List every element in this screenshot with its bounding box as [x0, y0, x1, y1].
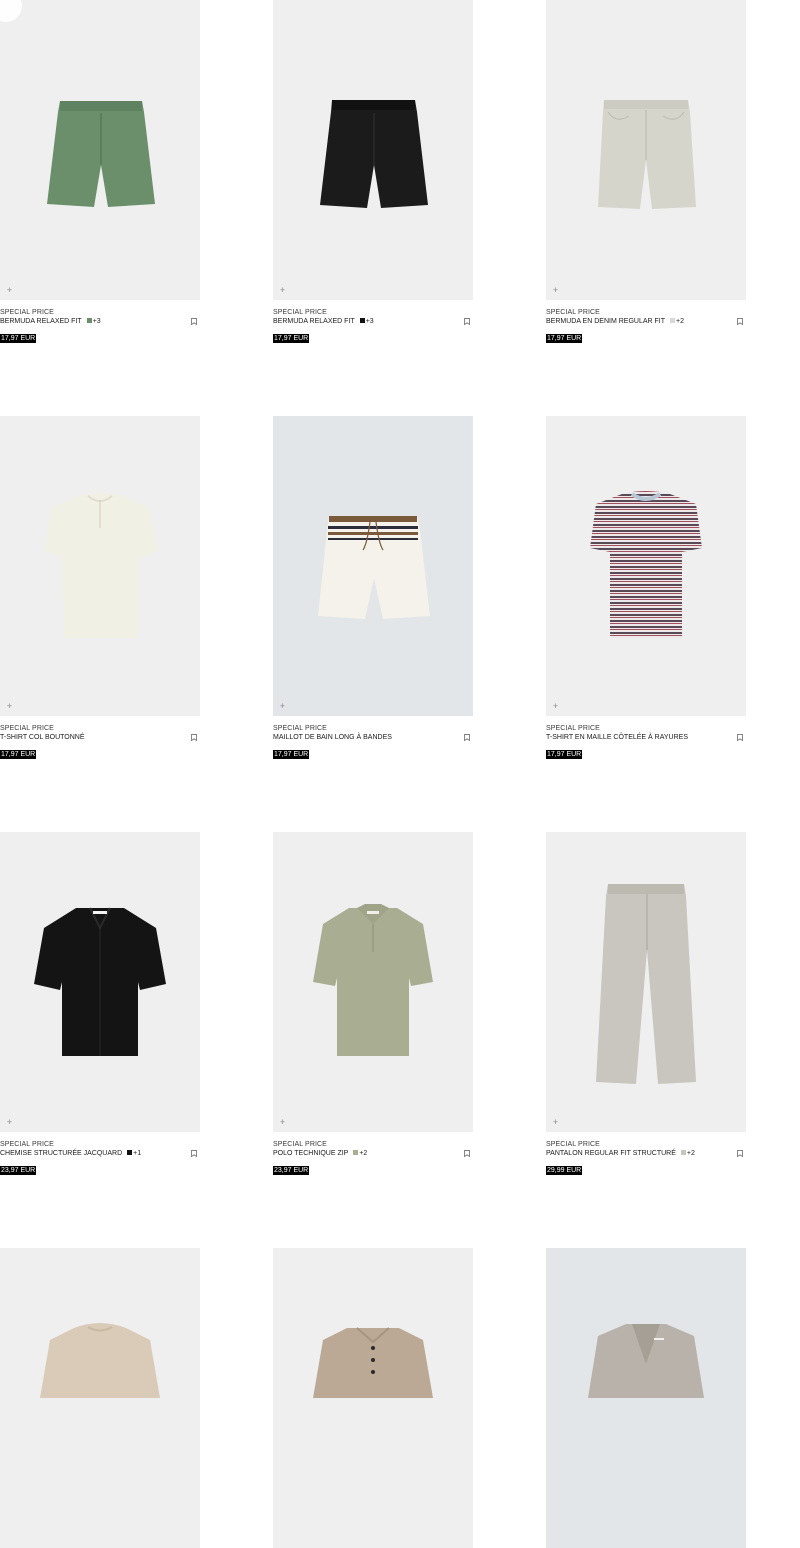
product-image[interactable]: +	[0, 416, 200, 716]
product-image[interactable]: +	[273, 0, 473, 300]
promo-label: SPECIAL PRICE	[273, 725, 327, 732]
more-colors[interactable]: +3	[93, 318, 101, 325]
product-card[interactable]	[0, 1248, 200, 1548]
product-price: 29,99 EUR	[546, 1166, 583, 1175]
add-icon[interactable]: +	[551, 286, 560, 295]
color-swatch[interactable]	[680, 1150, 686, 1155]
product-card[interactable]: + SPECIAL PRICE T-SHIRT COL BOUTONNÉ 17,…	[0, 416, 200, 761]
product-card[interactable]: + SPECIAL PRICE BERMUDA RELAXED FIT +3 17…	[0, 0, 200, 345]
product-name[interactable]: BERMUDA RELAXED FIT	[0, 318, 82, 325]
product-name[interactable]: T-SHIRT COL BOUTONNÉ	[0, 734, 85, 741]
color-swatch[interactable]	[670, 318, 676, 323]
promo-label: SPECIAL PRICE	[0, 725, 54, 732]
product-price: 17,97 EUR	[273, 750, 310, 759]
add-icon[interactable]: +	[5, 286, 14, 295]
product-name[interactable]: BERMUDA RELAXED FIT	[273, 318, 355, 325]
bookmark-icon[interactable]	[737, 1150, 743, 1157]
product-name[interactable]: CHEMISE STRUCTURÉE JACQUARD	[0, 1150, 122, 1157]
product-price: 23,97 EUR	[0, 1166, 37, 1175]
promo-label: SPECIAL PRICE	[546, 309, 600, 316]
add-icon[interactable]: +	[278, 1118, 287, 1127]
promo-label: SPECIAL PRICE	[273, 309, 327, 316]
color-swatch[interactable]	[127, 1150, 133, 1155]
color-swatch[interactable]	[86, 318, 92, 323]
more-colors[interactable]: +3	[366, 318, 374, 325]
bookmark-icon[interactable]	[464, 734, 470, 741]
product-price: 17,97 EUR	[0, 334, 37, 343]
add-icon[interactable]: +	[278, 286, 287, 295]
bookmark-icon[interactable]	[464, 318, 470, 325]
product-image[interactable]: +	[546, 832, 746, 1132]
bookmark-icon[interactable]	[464, 1150, 470, 1157]
product-name[interactable]: PANTALON REGULAR FIT STRUCTURÉ	[546, 1150, 676, 1157]
more-colors[interactable]: +2	[676, 318, 684, 325]
product-name[interactable]: T-SHIRT EN MAILLE CÔTELÉE À RAYURES	[546, 734, 688, 741]
product-card[interactable]	[273, 1248, 473, 1548]
promo-label: SPECIAL PRICE	[0, 1141, 54, 1148]
add-icon[interactable]: +	[551, 1118, 560, 1127]
product-image[interactable]: +	[273, 832, 473, 1132]
bookmark-icon[interactable]	[191, 734, 197, 741]
add-icon[interactable]: +	[5, 1118, 14, 1127]
bookmark-icon[interactable]	[737, 734, 743, 741]
product-name[interactable]: MAILLOT DE BAIN LONG À BANDES	[273, 734, 392, 741]
product-card[interactable]: + SPECIAL PRICE T-SHIRT EN MAILLE CÔTELÉ…	[546, 416, 746, 761]
product-card[interactable]: + SPECIAL PRICE BERMUDA EN DENIM REGULAR…	[546, 0, 746, 345]
product-name[interactable]: POLO TECHNIQUE ZIP	[273, 1150, 348, 1157]
product-image[interactable]	[0, 1248, 200, 1548]
add-icon[interactable]: +	[5, 702, 14, 711]
promo-label: SPECIAL PRICE	[546, 725, 600, 732]
product-name[interactable]: BERMUDA EN DENIM REGULAR FIT	[546, 318, 665, 325]
product-price: 17,97 EUR	[546, 334, 583, 343]
bookmark-icon[interactable]	[737, 318, 743, 325]
promo-label: SPECIAL PRICE	[0, 309, 54, 316]
product-card[interactable]: + SPECIAL PRICE BERMUDA RELAXED FIT +3 17…	[273, 0, 473, 345]
product-image[interactable]: +	[546, 416, 746, 716]
product-card[interactable]: + SPECIAL PRICE CHEMISE STRUCTURÉE JACQU…	[0, 832, 200, 1177]
promo-label: SPECIAL PRICE	[273, 1141, 327, 1148]
add-icon[interactable]: +	[551, 702, 560, 711]
color-swatch[interactable]	[353, 1150, 359, 1155]
product-price: 23,97 EUR	[273, 1166, 310, 1175]
more-colors[interactable]: +2	[687, 1150, 695, 1157]
product-image[interactable]: +	[0, 0, 200, 300]
more-colors[interactable]: +1	[133, 1150, 141, 1157]
product-image[interactable]: +	[546, 0, 746, 300]
promo-label: SPECIAL PRICE	[546, 1141, 600, 1148]
product-card[interactable]: + SPECIAL PRICE MAILLOT DE BAIN LONG À B…	[273, 416, 473, 761]
add-icon[interactable]: +	[278, 702, 287, 711]
product-image[interactable]	[273, 1248, 473, 1548]
product-price: 17,97 EUR	[273, 334, 310, 343]
product-grid: + SPECIAL PRICE BERMUDA RELAXED FIT +3 17…	[0, 0, 800, 1548]
product-image[interactable]: +	[0, 832, 200, 1132]
product-price: 17,97 EUR	[0, 750, 37, 759]
product-card[interactable]: + SPECIAL PRICE POLO TECHNIQUE ZIP +2 23,…	[273, 832, 473, 1177]
bookmark-icon[interactable]	[191, 1150, 197, 1157]
bookmark-icon[interactable]	[191, 318, 197, 325]
product-image[interactable]: +	[273, 416, 473, 716]
product-card[interactable]: + SPECIAL PRICE PANTALON REGULAR FIT STR…	[546, 832, 746, 1177]
color-swatch[interactable]	[359, 318, 365, 323]
more-colors[interactable]: +2	[359, 1150, 367, 1157]
product-price: 17,97 EUR	[546, 750, 583, 759]
product-image[interactable]	[546, 1248, 746, 1548]
product-card[interactable]	[546, 1248, 746, 1548]
